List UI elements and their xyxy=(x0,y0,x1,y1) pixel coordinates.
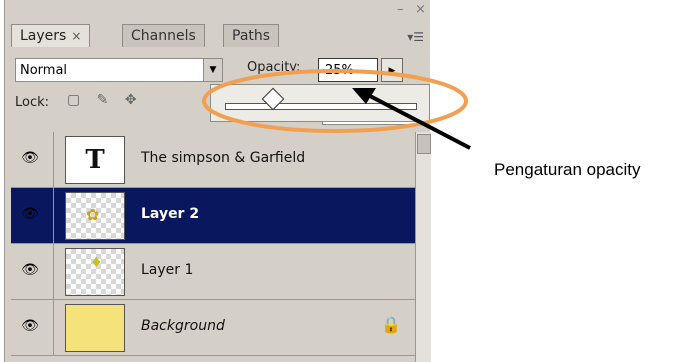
panel-menu-icon[interactable]: ▾☰ xyxy=(407,30,424,44)
tab-layers-label: Layers xyxy=(20,28,67,44)
close-panel-button[interactable]: × xyxy=(415,2,426,17)
eye-icon[interactable]: 👁 xyxy=(19,150,41,166)
eye-icon[interactable]: 👁 xyxy=(19,206,41,222)
tab-layers[interactable]: Layers × xyxy=(11,24,91,47)
layer-row-background[interactable]: 👁 Background 🔒 xyxy=(11,300,415,356)
eye-icon[interactable]: 👁 xyxy=(19,318,41,334)
divider xyxy=(53,188,54,243)
tab-channels[interactable]: Channels xyxy=(122,24,205,47)
minimize-button[interactable]: – xyxy=(397,2,404,17)
lock-icon: 🔒 xyxy=(381,315,401,334)
tab-channels-label: Channels xyxy=(131,28,196,44)
lock-options-icons[interactable]: ▢ ✎ ✥ xyxy=(67,92,143,108)
background-thumbnail xyxy=(65,304,125,352)
layer-row-layer-2[interactable]: 👁 ✿ Layer 2 xyxy=(11,188,415,244)
eye-icon[interactable]: 👁 xyxy=(19,262,41,278)
tab-paths[interactable]: Paths xyxy=(223,24,280,47)
garfield-icon: ✿ xyxy=(86,205,100,224)
tab-paths-label: Paths xyxy=(232,28,271,44)
tab-close-icon[interactable]: × xyxy=(71,29,81,43)
simpson-icon: ♦ xyxy=(90,255,103,271)
annotation-callout xyxy=(202,69,471,150)
text-layer-thumbnail: T xyxy=(65,136,125,184)
divider xyxy=(53,300,54,355)
layer-thumbnail: ♦ xyxy=(65,248,125,296)
layer-row-layer-1[interactable]: 👁 ♦ Layer 1 xyxy=(11,244,415,300)
layers-panel: – × Layers × Channels Paths ▾☰ Normal ▼ O… xyxy=(4,0,431,362)
layer-name[interactable]: Background xyxy=(141,318,225,334)
blend-mode-dropdown[interactable]: Normal ▼ xyxy=(15,58,223,82)
divider xyxy=(53,132,54,187)
annotation-label: Pengaturan opacity xyxy=(494,160,641,179)
lock-label: Lock: xyxy=(15,95,50,110)
arrow-line xyxy=(369,94,471,150)
blend-mode-value: Normal xyxy=(20,63,68,78)
tab-strip: – × Layers × Channels Paths ▾☰ xyxy=(5,0,430,50)
layer-name[interactable]: Layer 2 xyxy=(141,206,199,222)
layer-name[interactable]: Layer 1 xyxy=(141,262,193,278)
scrollbar[interactable] xyxy=(415,132,431,362)
layer-thumbnail: ✿ xyxy=(65,192,125,240)
divider xyxy=(53,244,54,299)
highlight-ellipse xyxy=(202,69,468,133)
